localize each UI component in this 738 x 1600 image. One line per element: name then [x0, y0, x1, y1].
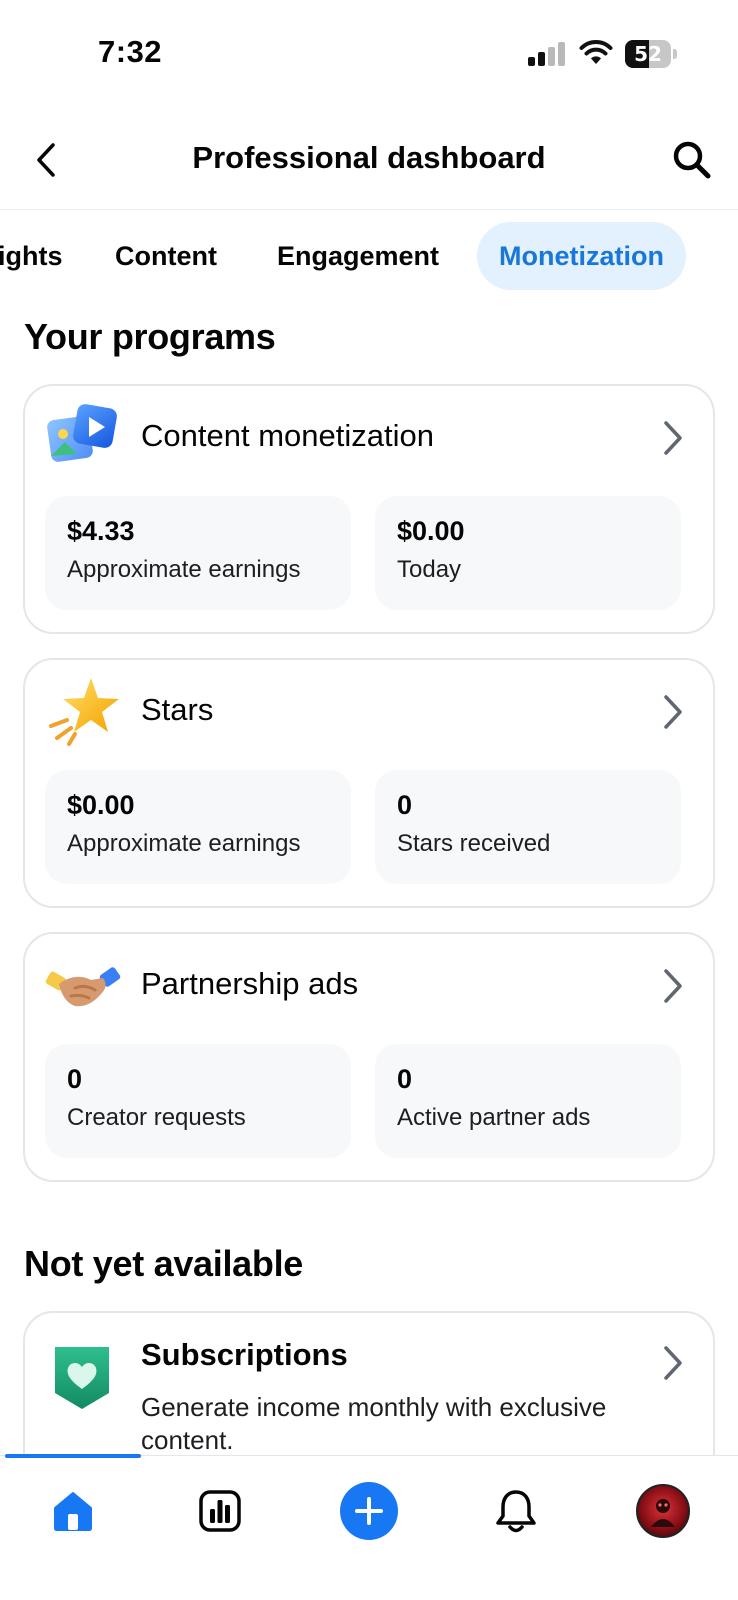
- search-icon: [673, 141, 711, 179]
- search-button[interactable]: [668, 136, 716, 184]
- plus-icon: [355, 1497, 383, 1525]
- status-time: 7:32: [98, 34, 163, 69]
- card-header: Partnership ads: [25, 934, 713, 1038]
- stat-stars-received: 0 Stars received: [375, 770, 681, 884]
- star-icon: [49, 678, 119, 746]
- tab-content[interactable]: Content: [115, 222, 217, 290]
- page-title: Professional dashboard: [192, 140, 546, 175]
- app-header: Professional dashboard: [0, 110, 738, 210]
- nav-home[interactable]: [38, 1480, 108, 1542]
- stat-value: 0: [67, 1064, 83, 1094]
- bar-chart-icon: [199, 1490, 241, 1532]
- tab-monetization[interactable]: Monetization: [477, 222, 686, 290]
- card-title: Stars: [141, 692, 214, 727]
- bell-icon: [496, 1490, 536, 1533]
- program-card-stars[interactable]: Stars $0.00 Approximate earnings 0 Stars…: [23, 658, 715, 908]
- card-title: Subscriptions: [141, 1337, 348, 1372]
- signal-icon: [528, 42, 568, 66]
- home-icon: [54, 1492, 92, 1531]
- bottom-navigation: [0, 1454, 738, 1600]
- stat-value: 0: [397, 1064, 413, 1094]
- stat-active-partner-ads: 0 Active partner ads: [375, 1044, 681, 1158]
- program-card-partnership-ads[interactable]: Partnership ads 0 Creator requests 0 Act…: [23, 932, 715, 1182]
- tab-engagement[interactable]: Engagement: [277, 222, 439, 290]
- chevron-right-icon: [664, 969, 682, 1003]
- stat-label: Approximate earnings: [67, 830, 301, 857]
- battery-icon: 52: [625, 40, 677, 68]
- heart-shield-icon: [55, 1347, 109, 1409]
- battery-percent: 52: [634, 42, 662, 66]
- create-button[interactable]: [340, 1482, 398, 1540]
- stat-approximate-earnings: $0.00 Approximate earnings: [45, 770, 351, 884]
- nav-notifications[interactable]: [481, 1480, 551, 1542]
- program-card-content-monetization[interactable]: Content monetization $4.33 Approximate e…: [23, 384, 715, 634]
- card-description: Generate income monthly with exclusive c…: [141, 1392, 607, 1455]
- active-tab-indicator: [5, 1454, 141, 1458]
- section-title-not-yet-available: Not yet available: [24, 1243, 304, 1284]
- card-title: Content monetization: [141, 418, 434, 453]
- card-header: Stars: [25, 660, 713, 764]
- stat-value: $0.00: [397, 516, 465, 546]
- chevron-right-icon: [664, 421, 682, 455]
- status-bar: 7:32 52: [0, 0, 738, 110]
- nav-insights[interactable]: [185, 1480, 255, 1542]
- tab-bar: ights Content Engagement Monetization: [0, 222, 738, 292]
- stat-approximate-earnings: $4.33 Approximate earnings: [45, 496, 351, 610]
- stat-label: Active partner ads: [397, 1104, 591, 1131]
- chevron-right-icon: [664, 695, 682, 729]
- tab-insights[interactable]: ights: [0, 222, 63, 290]
- stat-label: Approximate earnings: [67, 556, 301, 583]
- stat-value: $4.33: [67, 516, 135, 546]
- stat-today: $0.00 Today: [375, 496, 681, 610]
- section-title-your-programs: Your programs: [24, 316, 276, 357]
- nav-profile[interactable]: [636, 1484, 690, 1538]
- avatar-icon: [651, 1499, 675, 1527]
- wifi-icon: [579, 40, 613, 64]
- stat-label: Creator requests: [67, 1104, 246, 1131]
- handshake-icon: [45, 967, 121, 1007]
- stat-value: 0: [397, 790, 413, 820]
- photo-video-icon: [47, 404, 117, 462]
- stat-creator-requests: 0 Creator requests: [45, 1044, 351, 1158]
- stat-label: Stars received: [397, 830, 551, 857]
- stat-value: $0.00: [67, 790, 135, 820]
- card-header: Content monetization: [25, 386, 713, 490]
- chevron-right-icon: [664, 1346, 682, 1380]
- card-title: Partnership ads: [141, 966, 359, 1001]
- stat-label: Today: [397, 556, 462, 583]
